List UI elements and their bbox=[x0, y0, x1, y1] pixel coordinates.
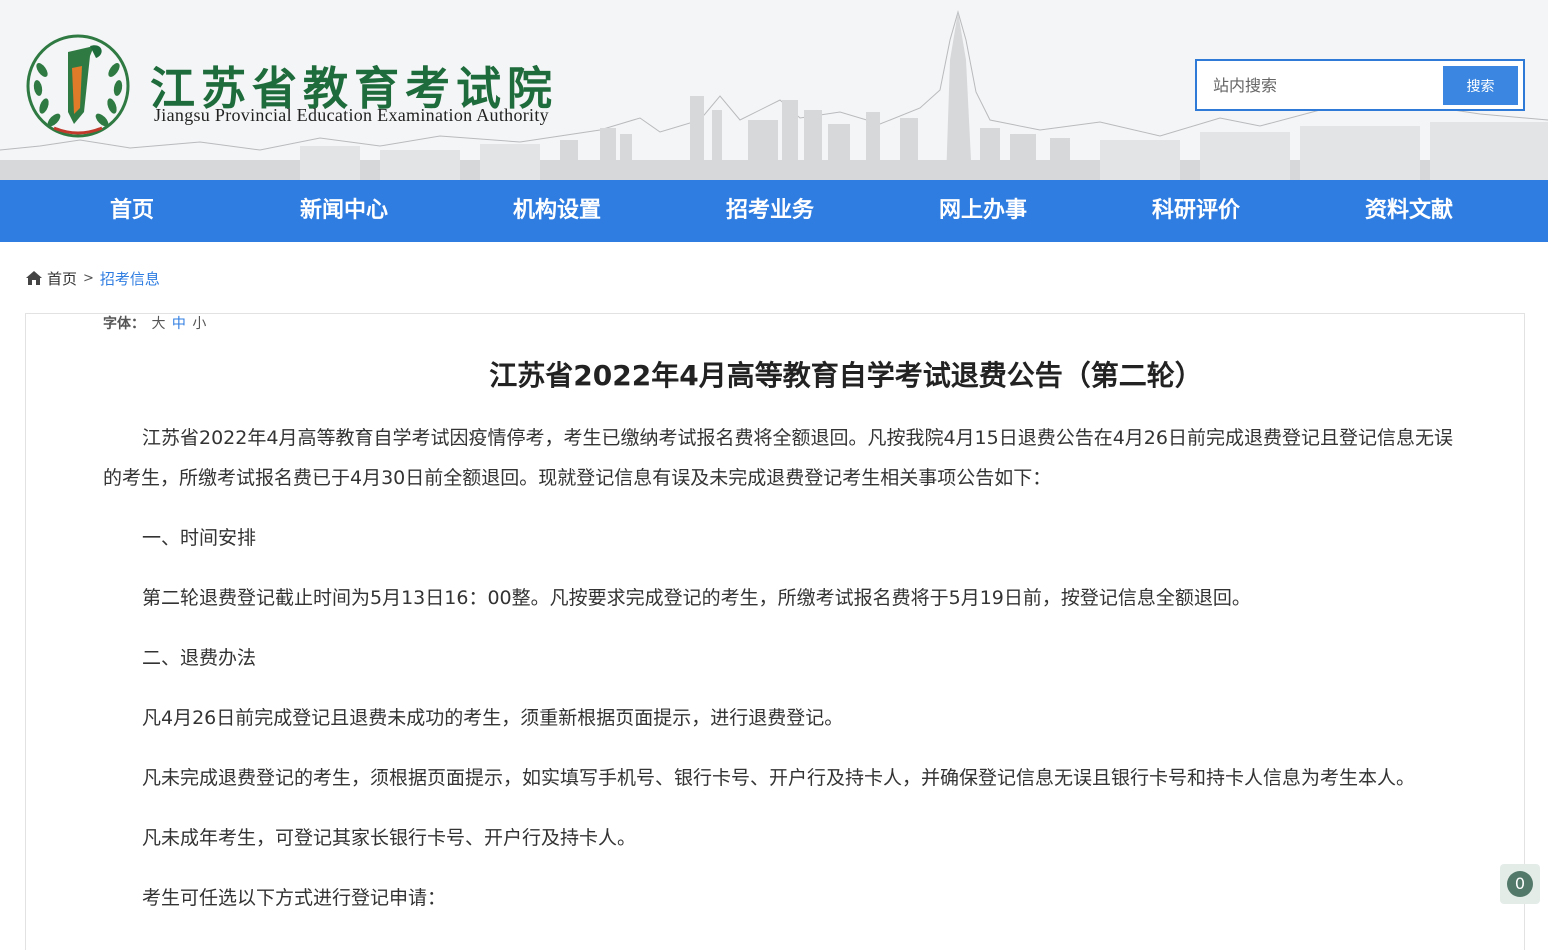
font-size-medium[interactable]: 中 bbox=[172, 316, 186, 332]
nav-item-home[interactable]: 首页 bbox=[52, 180, 212, 242]
nav-item-organization[interactable]: 机构设置 bbox=[477, 180, 637, 242]
article-container: 字体： 大 中 小 江苏省2022年4月高等教育自学考试退费公告（第二轮） 江苏… bbox=[25, 313, 1525, 950]
main-nav: 首页 新闻中心 机构设置 招考业务 网上办事 科研评价 资料文献 bbox=[0, 180, 1548, 242]
floating-counter-widget[interactable]: 0 bbox=[1500, 864, 1540, 904]
nav-item-research[interactable]: 科研评价 bbox=[1116, 180, 1276, 242]
nav-item-exam-business[interactable]: 招考业务 bbox=[690, 180, 850, 242]
breadcrumb: 首页 > 招考信息 bbox=[25, 266, 160, 290]
nav-item-online-services[interactable]: 网上办事 bbox=[903, 180, 1063, 242]
article-paragraph: 凡未成年考生，可登记其家长银行卡号、开户行及持卡人。 bbox=[142, 827, 637, 849]
article-section-heading: 一、时间安排 bbox=[142, 527, 257, 549]
article-paragraph: 考生可任选以下方式进行登记申请： bbox=[142, 887, 447, 909]
font-size-switcher: 字体： 大 中 小 bbox=[103, 313, 206, 333]
article-title: 江苏省2022年4月高等教育自学考试退费公告（第二轮） bbox=[489, 359, 1203, 392]
breadcrumb-current-link[interactable]: 招考信息 bbox=[100, 268, 160, 289]
home-icon bbox=[26, 271, 42, 285]
article-paragraph: 第二轮退费登记截止时间为5月13日16：00整。凡按要求完成登记的考生，所缴考试… bbox=[142, 587, 1251, 609]
search-button[interactable]: 搜索 bbox=[1443, 66, 1518, 105]
breadcrumb-separator: > bbox=[83, 270, 94, 286]
search-box: 搜索 bbox=[1195, 59, 1525, 111]
nav-item-documents[interactable]: 资料文献 bbox=[1329, 180, 1489, 242]
font-size-large[interactable]: 大 bbox=[151, 316, 165, 332]
article-paragraph: 凡未完成退费登记的考生，须根据页面提示，如实填写手机号、银行卡号、开户行及持卡人… bbox=[142, 767, 1416, 789]
font-size-small[interactable]: 小 bbox=[192, 316, 206, 332]
logo-emblem-icon bbox=[26, 34, 130, 138]
article-section-heading: 二、退费办法 bbox=[142, 647, 257, 669]
article-paragraph: 江苏省2022年4月高等教育自学考试因疫情停考，考生已缴纳考试报名费将全额退回。… bbox=[103, 427, 1453, 489]
article-paragraph: 凡4月26日前完成登记且退费未成功的考生，须重新根据页面提示，进行退费登记。 bbox=[142, 707, 844, 729]
search-input[interactable] bbox=[1205, 69, 1440, 101]
font-size-label: 字体： bbox=[103, 316, 145, 332]
site-header: 江苏省教育考试院 Jiangsu Provincial Education Ex… bbox=[0, 0, 1548, 180]
breadcrumb-home-link[interactable]: 首页 bbox=[47, 268, 77, 289]
counter-badge: 0 bbox=[1507, 871, 1533, 897]
org-name-en: Jiangsu Provincial Education Examination… bbox=[154, 105, 549, 125]
nav-item-news-center[interactable]: 新闻中心 bbox=[264, 180, 424, 242]
article-body: 江苏省2022年4月高等教育自学考试因疫情停考，考生已缴纳考试报名费将全额退回。… bbox=[103, 418, 1453, 938]
